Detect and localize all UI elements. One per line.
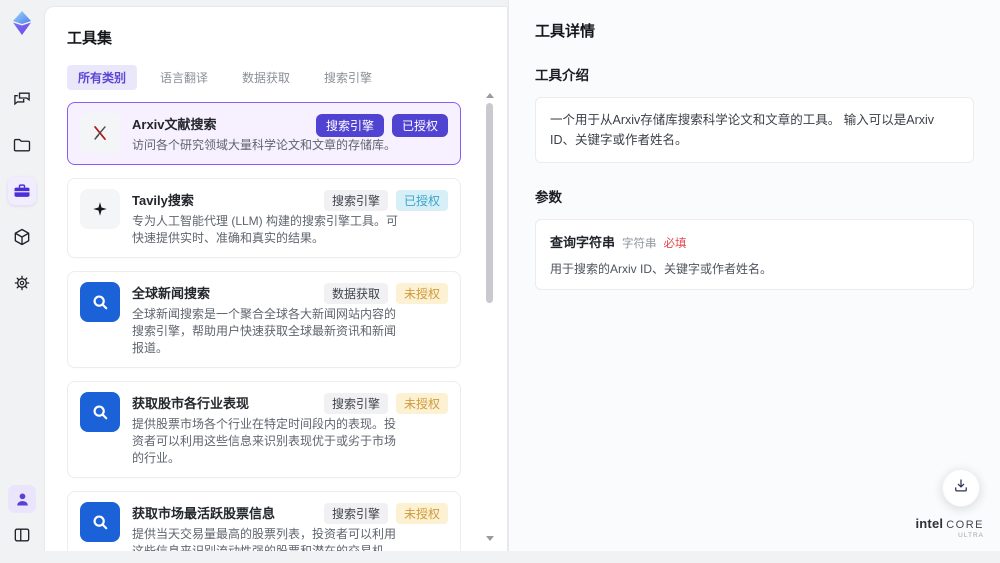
core-wordmark: CORE [946,518,984,531]
tool-description: 提供股票市场各个行业在特定时间段内的表现。投资者可以利用这些信息来识别表现优于或… [132,417,397,465]
window-bottom-edge [0,551,1000,563]
tool-description: 访问各个研究领域大量科学论文和文章的存储库。 [132,138,397,152]
auth-status-badge: 已授权 [395,190,448,211]
sidebar-item-settings[interactable] [8,269,36,297]
tool-description: 专为人工智能代理 (LLM) 构建的搜索引擎工具。可快速提供实时、准确和真实的结… [132,214,399,245]
tool-list-panel: 工具集 所有类别 语言翻译 数据获取 搜索引擎 Arxiv文献搜索 访问各个研究领域大量… [44,6,508,554]
category-badge: 搜索引擎 [323,393,388,414]
folder-icon [12,135,32,155]
tool-description: 提供当天交易量最高的股票列表，投资者可以利用这些信息来识别流动性强的股票和潜在的… [132,527,397,554]
download-icon [952,477,970,500]
params-heading: 参数 [535,190,562,205]
ultra-label: ULTRA [958,531,984,539]
tab-category-2[interactable]: 数据获取 [231,65,301,90]
arxiv-icon [80,113,120,153]
page-title: 工具集 [67,30,113,47]
app-rail [0,0,44,563]
tool-description: 全球新闻搜索是一个聚合全球各大新闻网站内容的搜索引擎，帮助用户快速获取全球最新资… [132,307,397,355]
list-scrollbar[interactable] [485,93,494,541]
sidebar-item-files[interactable] [8,131,36,159]
tool-card-list: Arxiv文献搜索 访问各个研究领域大量科学论文和文章的存储库。 搜索引擎 已授权 Ta… [67,102,461,554]
param-required-badge: 必填 [663,238,687,250]
scroll-up-arrow[interactable] [485,93,494,98]
tool-card[interactable]: 获取股市各行业表现 提供股票市场各个行业在特定时间段内的表现。投资者可以利用这些信… [67,381,461,478]
user-icon [13,490,32,509]
app-logo[interactable] [8,9,36,37]
gear-icon [12,273,32,293]
intro-box: 一个用于从Arxiv存储库搜索科学论文和文章的工具。 输入可以是Arxiv ID… [535,97,974,163]
category-badge: 搜索引擎 [315,114,384,137]
sidebar-item-chat[interactable] [8,85,36,113]
sidebar-item-collapse[interactable] [8,521,36,549]
search-app-icon [80,282,120,322]
tool-card[interactable]: 获取市场最活跃股票信息 提供当天交易量最高的股票列表，投资者可以利用这些信息来识别… [67,491,461,554]
param-type: 字符串 [622,238,657,250]
sparkle-icon [80,189,120,229]
scroll-down-arrow[interactable] [485,536,494,541]
param-box: 查询字符串 字符串 必填 用于搜索的Arxiv ID、关键字或作者姓名。 [535,219,974,290]
scrollbar-thumb[interactable] [486,103,493,303]
intel-core-logo: intel CORE ULTRA [915,517,984,540]
category-tabs: 所有类别 语言翻译 数据获取 搜索引擎 [67,65,485,90]
category-badge: 搜索引擎 [323,190,388,211]
panel-toggle-icon [12,525,32,545]
tool-card[interactable]: Arxiv文献搜索 访问各个研究领域大量科学论文和文章的存储库。 搜索引擎 已授权 [67,102,461,165]
sidebar-item-profile[interactable] [8,485,36,513]
auth-status-badge: 未授权 [395,393,448,414]
category-badge: 数据获取 [323,283,388,304]
intro-heading: 工具介绍 [535,68,589,83]
search-app-icon [80,392,120,432]
intro-text: 一个用于从Arxiv存储库搜索科学论文和文章的工具。 输入可以是Arxiv ID… [550,113,935,147]
intel-wordmark: intel [915,515,944,531]
detail-title: 工具详情 [535,23,596,40]
search-app-icon [80,502,120,542]
auth-status-badge: 已授权 [391,114,448,137]
toolbox-icon [12,181,32,201]
category-badge: 搜索引擎 [323,503,388,524]
tool-card[interactable]: Tavily搜索 专为人工智能代理 (LLM) 构建的搜索引擎工具。可快速提供实时… [67,178,461,258]
param-name: 查询字符串 [550,235,616,250]
tool-detail-panel: 工具详情 工具介绍 一个用于从Arxiv存储库搜索科学论文和文章的工具。 输入可… [508,0,1000,551]
cube-icon [12,227,32,247]
tab-category-1[interactable]: 语言翻译 [149,65,219,90]
param-description: 用于搜索的Arxiv ID、关键字或作者姓名。 [550,262,773,276]
tab-category-3[interactable]: 搜索引擎 [313,65,383,90]
download-button[interactable] [942,469,980,507]
chat-icon [12,89,32,109]
auth-status-badge: 未授权 [395,283,448,304]
auth-status-badge: 未授权 [395,503,448,524]
tool-card[interactable]: 全球新闻搜索 全球新闻搜索是一个聚合全球各大新闻网站内容的搜索引擎，帮助用户快速获… [67,271,461,368]
sidebar-item-tools[interactable] [8,177,36,205]
sidebar-item-models[interactable] [8,223,36,251]
tab-category-0[interactable]: 所有类别 [67,65,138,90]
